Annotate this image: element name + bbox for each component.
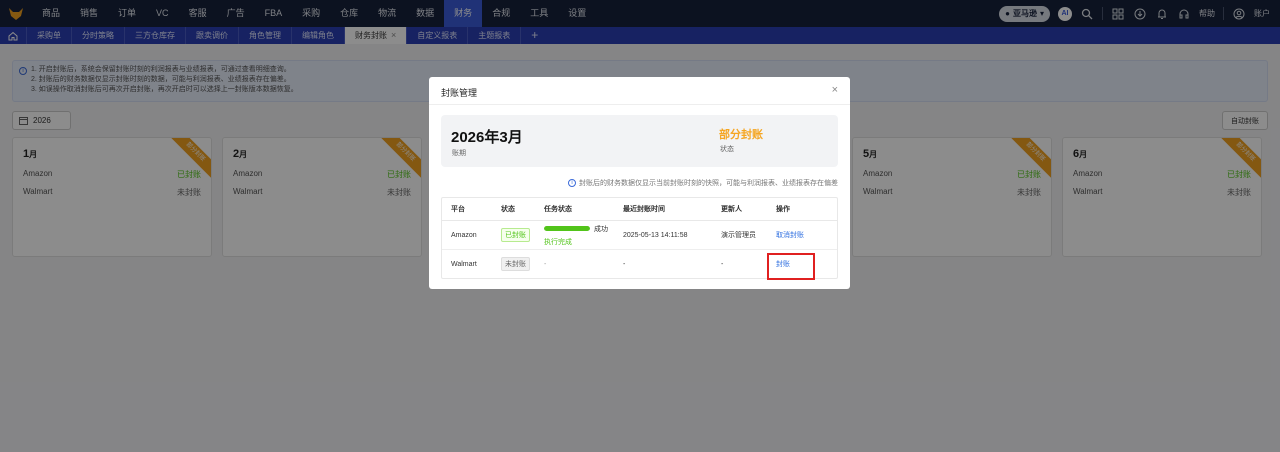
task-progress: 成功 <box>544 224 608 234</box>
period-label: 账期 <box>452 150 466 157</box>
cell-task: 成功 执行完成 <box>544 224 608 247</box>
close-icon[interactable]: × <box>832 84 838 96</box>
cell-platform: Amazon <box>451 231 477 239</box>
cell-updater: - <box>721 260 724 268</box>
period-summary: 2026年3月 账期 部分封账 状态 <box>441 115 838 167</box>
table-row: Amazon 已封账 成功 执行完成 2025-05-13 14:11:58 演… <box>442 221 837 250</box>
col-status: 状态 <box>501 206 515 213</box>
cell-task: - <box>544 260 547 268</box>
progress-bar <box>544 226 590 231</box>
col-updater: 更新人 <box>721 206 742 213</box>
task-result: 成功 <box>594 225 608 233</box>
hint-text: i 封账后的财务数据仅显示当前封账时刻的快照，可能与利润报表、业绩报表存在偏差 <box>568 178 838 188</box>
progress-fill <box>544 226 590 231</box>
status-label: 状态 <box>720 146 734 153</box>
period-value: 2026年3月 <box>451 129 523 146</box>
hint-label: 封账后的财务数据仅显示当前封账时刻的快照，可能与利润报表、业绩报表存在偏差 <box>579 180 838 187</box>
cancel-close-link[interactable]: 取消封账 <box>776 230 804 240</box>
status-value: 部分封账 <box>719 129 763 141</box>
status-badge: 已封账 <box>501 228 530 242</box>
col-platform: 平台 <box>451 206 465 213</box>
close-management-dialog: 封账管理 × 2026年3月 账期 部分封账 状态 i 封账后的财务数据仅显示当… <box>429 77 850 289</box>
info-icon: i <box>568 179 576 187</box>
cell-time: - <box>623 260 626 268</box>
cell-time: 2025-05-13 14:11:58 <box>623 231 688 239</box>
status-badge: 未封账 <box>501 257 530 271</box>
table-header: 平台 状态 任务状态 最近封账时间 更新人 操作 <box>442 198 837 221</box>
cell-status: 未封账 <box>501 257 530 271</box>
divider <box>429 104 850 105</box>
dialog-title: 封账管理 <box>441 88 478 98</box>
task-status: 执行完成 <box>544 238 572 246</box>
col-action: 操作 <box>776 206 790 213</box>
col-last-close-time: 最近封账时间 <box>623 206 665 213</box>
col-task-status: 任务状态 <box>544 206 572 213</box>
cell-updater: 演示管理员 <box>721 232 756 239</box>
cell-status: 已封账 <box>501 228 530 242</box>
highlight-box <box>767 253 815 280</box>
cell-platform: Walmart <box>451 260 477 268</box>
